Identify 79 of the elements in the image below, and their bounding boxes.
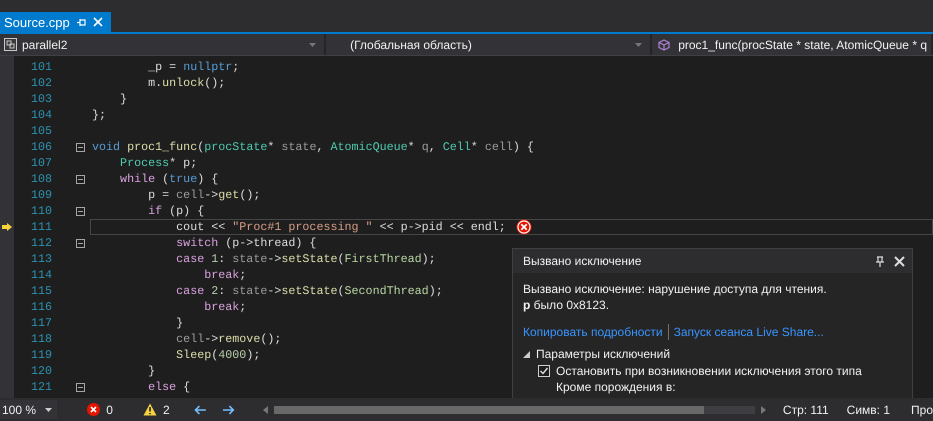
popup-link[interactable]: Копировать подробности bbox=[523, 325, 663, 339]
member-dropdown[interactable]: proc1_func(procState * state, AtomicQueue * q bbox=[652, 34, 933, 55]
line-number: 119 bbox=[30, 348, 52, 362]
code-line: } bbox=[175, 316, 184, 330]
line-number: 106 bbox=[30, 140, 52, 154]
warning-icon[interactable] bbox=[142, 403, 157, 416]
line-number: 109 bbox=[30, 188, 52, 202]
line-number: 115 bbox=[30, 284, 52, 298]
exception-settings-toggle[interactable]: Параметры исключений bbox=[523, 347, 902, 361]
code-line: } bbox=[147, 364, 156, 378]
collapse-icon[interactable] bbox=[76, 238, 85, 248]
back-arrow-icon[interactable] bbox=[194, 404, 206, 414]
collapse-icon[interactable] bbox=[76, 174, 85, 184]
code-line: Process* p; bbox=[119, 156, 198, 170]
code-line: cell->remove(); bbox=[175, 332, 282, 346]
scroll-right-icon[interactable] bbox=[761, 406, 766, 414]
collapse-icon[interactable] bbox=[76, 206, 85, 216]
line-number: 105 bbox=[30, 124, 52, 138]
caret-icon bbox=[309, 42, 316, 46]
code-line: while (true) { bbox=[119, 172, 218, 186]
line-number: 117 bbox=[30, 316, 52, 330]
scope-dropdown[interactable]: (Глобальная область) bbox=[326, 34, 652, 55]
code-line: break; bbox=[203, 268, 246, 282]
collapse-icon[interactable] bbox=[76, 382, 85, 392]
code-line: Sleep(4000); bbox=[175, 348, 260, 362]
checkbox[interactable] bbox=[538, 365, 550, 377]
code-line: switch (p->thread) { bbox=[175, 236, 316, 250]
pin-icon[interactable] bbox=[876, 256, 884, 266]
line-number: 113 bbox=[30, 252, 52, 266]
popup-title: Вызвано исключение bbox=[523, 254, 642, 268]
line-indicator: Стр: 111 bbox=[782, 402, 829, 416]
code-line: void proc1_func(procState* state, AtomicQueue* q, Cell* cell) { bbox=[92, 140, 534, 154]
exception-detail: p было 0x8123. bbox=[523, 297, 610, 313]
column-indicator: Симв: 1 bbox=[846, 402, 890, 416]
status-text: Про bbox=[911, 402, 933, 416]
code-line: else { bbox=[147, 380, 190, 394]
line-number: 102 bbox=[30, 76, 52, 90]
project-icon bbox=[4, 38, 17, 51]
line-number: 110 bbox=[30, 204, 52, 218]
code-line: break; bbox=[203, 300, 246, 314]
error-count: 0 bbox=[106, 402, 113, 416]
code-line: } bbox=[119, 92, 128, 106]
checkbox-label: Остановить при возникновении исключения этого типа bbox=[556, 364, 862, 378]
popup-link[interactable]: Запуск сеанса Live Share... bbox=[674, 325, 824, 339]
code-line: _p = nullptr; bbox=[147, 60, 240, 74]
caret-icon bbox=[635, 42, 642, 46]
exception-message: Вызвано исключение: нарушение доступа для чтения. bbox=[523, 281, 828, 297]
line-number: 104 bbox=[30, 108, 52, 122]
cube-icon bbox=[658, 38, 670, 50]
line-number: 101 bbox=[30, 60, 52, 74]
code-line: m.unlock(); bbox=[147, 76, 226, 90]
line-number: 116 bbox=[30, 300, 52, 314]
error-icon[interactable] bbox=[516, 219, 532, 235]
line-number: 107 bbox=[30, 156, 52, 170]
zoom-dropdown[interactable]: 100 % bbox=[0, 400, 58, 419]
line-number: 120 bbox=[30, 364, 52, 378]
caret-icon bbox=[45, 408, 52, 412]
line-number: 112 bbox=[30, 236, 52, 250]
horizontal-scrollbar[interactable] bbox=[274, 406, 755, 414]
code-line: case 2: state->setState(SecondThread); bbox=[175, 284, 443, 298]
code-line: if (p) { bbox=[147, 204, 204, 218]
error-icon[interactable] bbox=[87, 403, 100, 416]
close-icon[interactable] bbox=[894, 256, 905, 266]
scroll-left-icon[interactable] bbox=[263, 406, 268, 414]
line-number: 111 bbox=[30, 220, 52, 234]
line-number: 108 bbox=[30, 172, 52, 186]
code-line: p = cell->get(); bbox=[147, 188, 260, 202]
settings-note: Кроме порождения в: bbox=[555, 380, 677, 394]
forward-arrow-icon[interactable] bbox=[222, 404, 236, 414]
code-line: }; bbox=[92, 108, 106, 122]
collapse-icon[interactable] bbox=[76, 142, 85, 152]
line-number: 121 bbox=[30, 380, 52, 394]
line-number: 114 bbox=[30, 268, 52, 282]
line-number: 103 bbox=[30, 92, 52, 106]
code-line: case 1: state->setState(FirstThread); bbox=[175, 252, 436, 266]
code-line: cout << "Proc#1 processing " << p->pid << endl; bbox=[175, 220, 506, 234]
warning-count: 2 bbox=[162, 402, 170, 416]
line-number: 118 bbox=[30, 332, 52, 346]
project-dropdown[interactable]: parallel2 bbox=[0, 34, 326, 55]
